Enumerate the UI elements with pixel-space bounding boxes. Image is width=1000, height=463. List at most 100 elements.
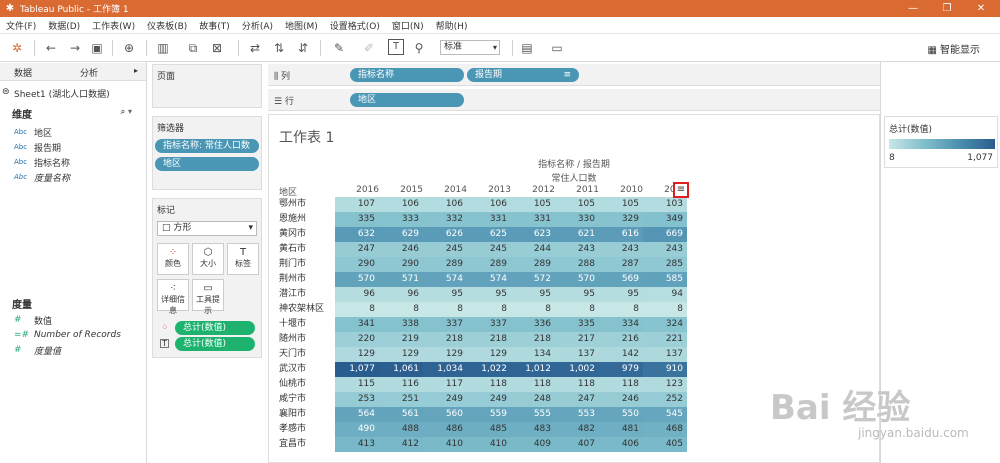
table-cell[interactable]: 243	[555, 242, 599, 257]
table-cell[interactable]: 220	[335, 332, 379, 347]
table-cell[interactable]: 137	[555, 347, 599, 362]
table-cell[interactable]: 118	[555, 377, 599, 392]
table-cell[interactable]: 129	[467, 347, 511, 362]
menu-dashboard[interactable]: 仪表板(B)	[141, 19, 193, 32]
column-pill-indicator[interactable]: 指标名称	[350, 68, 464, 82]
table-cell[interactable]: 410	[467, 437, 511, 452]
table-cell[interactable]: 216	[599, 332, 643, 347]
table-cell[interactable]: 621	[555, 227, 599, 242]
table-cell[interactable]: 1,061	[379, 362, 423, 377]
table-cell[interactable]: 96	[379, 287, 423, 302]
row-label[interactable]: 仙桃市	[279, 377, 335, 392]
table-cell[interactable]: 247	[335, 242, 379, 257]
table-cell[interactable]: 245	[467, 242, 511, 257]
table-cell[interactable]: 95	[599, 287, 643, 302]
row-label[interactable]: 武汉市	[279, 362, 335, 377]
table-cell[interactable]: 349	[643, 212, 687, 227]
table-cell[interactable]: 616	[599, 227, 643, 242]
tab-analysis[interactable]: 分析	[80, 66, 98, 79]
swap-icon[interactable]: ⇄	[246, 39, 264, 57]
table-cell[interactable]: 490	[335, 422, 379, 437]
table-cell[interactable]: 289	[467, 257, 511, 272]
menu-help[interactable]: 帮助(H)	[430, 19, 474, 32]
marks-pill-label[interactable]: 总计(数值)	[175, 337, 255, 351]
table-cell[interactable]: 8	[643, 302, 687, 317]
row-label[interactable]: 恩施州	[279, 212, 335, 227]
table-cell[interactable]: 560	[423, 407, 467, 422]
table-cell[interactable]: 106	[423, 197, 467, 212]
table-cell[interactable]: 142	[599, 347, 643, 362]
save-icon[interactable]: ▣	[88, 39, 106, 57]
table-cell[interactable]: 564	[335, 407, 379, 422]
tooltip-button[interactable]: ▭ 工具提示	[192, 279, 224, 315]
year-header-2015[interactable]: 2015	[379, 185, 423, 195]
pin-icon[interactable]: ⚲	[410, 39, 428, 57]
marks-pill-color[interactable]: 总计(数值)	[175, 321, 255, 335]
table-cell[interactable]: 221	[643, 332, 687, 347]
tab-menu-icon[interactable]: ▸	[134, 66, 138, 75]
table-cell[interactable]: 488	[379, 422, 423, 437]
table-cell[interactable]: 8	[423, 302, 467, 317]
table-cell[interactable]: 253	[335, 392, 379, 407]
table-cell[interactable]: 550	[599, 407, 643, 422]
table-cell[interactable]: 245	[423, 242, 467, 257]
table-cell[interactable]: 409	[511, 437, 555, 452]
table-cell[interactable]: 331	[511, 212, 555, 227]
fit-combo[interactable]: 标准 ▾	[440, 40, 500, 55]
table-cell[interactable]: 95	[555, 287, 599, 302]
menu-data[interactable]: 数据(D)	[42, 19, 86, 32]
table-cell[interactable]: 249	[423, 392, 467, 407]
table-cell[interactable]: 569	[599, 272, 643, 287]
table-cell[interactable]: 337	[467, 317, 511, 332]
tableau-icon[interactable]: ✲	[8, 39, 26, 57]
menu-worksheet[interactable]: 工作表(W)	[86, 19, 141, 32]
table-cell[interactable]: 623	[511, 227, 555, 242]
table-cell[interactable]: 137	[643, 347, 687, 362]
row-label[interactable]: 咸宁市	[279, 392, 335, 407]
year-header-2013[interactable]: 2013	[467, 185, 511, 195]
table-cell[interactable]: 289	[511, 257, 555, 272]
menu-map[interactable]: 地图(M)	[279, 19, 324, 32]
sort-ascending-icon[interactable]: ⇅	[270, 39, 288, 57]
table-cell[interactable]: 585	[643, 272, 687, 287]
table-cell[interactable]: 331	[467, 212, 511, 227]
color-button[interactable]: ⁘ 颜色	[157, 243, 189, 275]
table-cell[interactable]: 1,012	[511, 362, 555, 377]
table-cell[interactable]: 8	[379, 302, 423, 317]
table-cell[interactable]: 8	[335, 302, 379, 317]
table-cell[interactable]: 570	[335, 272, 379, 287]
table-cell[interactable]: 219	[379, 332, 423, 347]
table-cell[interactable]: 249	[467, 392, 511, 407]
table-cell[interactable]: 118	[511, 377, 555, 392]
table-cell[interactable]: 559	[467, 407, 511, 422]
duplicate-sheet-icon[interactable]: ⧉	[184, 39, 202, 57]
table-cell[interactable]: 285	[643, 257, 687, 272]
table-cell[interactable]: 485	[467, 422, 511, 437]
table-cell[interactable]: 8	[467, 302, 511, 317]
new-datasource-icon[interactable]: ⊕	[120, 39, 138, 57]
table-cell[interactable]: 218	[467, 332, 511, 347]
row-label[interactable]: 宜昌市	[279, 437, 335, 452]
size-button[interactable]: ⬡ 大小	[192, 243, 224, 275]
table-cell[interactable]: 105	[555, 197, 599, 212]
year-header-2011[interactable]: 2011	[555, 185, 599, 195]
table-cell[interactable]: 1,034	[423, 362, 467, 377]
table-cell[interactable]: 410	[423, 437, 467, 452]
table-cell[interactable]: 329	[599, 212, 643, 227]
table-cell[interactable]: 118	[599, 377, 643, 392]
table-cell[interactable]: 336	[511, 317, 555, 332]
table-cell[interactable]: 290	[335, 257, 379, 272]
color-legend[interactable]: 总计(数值) 8 1,077	[884, 116, 998, 168]
menu-analysis[interactable]: 分析(A)	[236, 19, 279, 32]
table-cell[interactable]: 910	[643, 362, 687, 377]
row-label[interactable]: 孝感市	[279, 422, 335, 437]
datasource[interactable]: ⊜ Sheet1 (湖北人口数据)	[0, 84, 146, 102]
sort-button[interactable]: ≡	[673, 182, 689, 198]
table-cell[interactable]: 8	[599, 302, 643, 317]
dimension-field-period[interactable]: Abc 报告期	[14, 140, 61, 154]
group-icon[interactable]: ✐	[360, 39, 378, 57]
dimension-field-indicator[interactable]: Abc 指标名称	[14, 155, 70, 169]
table-cell[interactable]: 106	[379, 197, 423, 212]
table-cell[interactable]: 105	[599, 197, 643, 212]
table-cell[interactable]: 333	[379, 212, 423, 227]
